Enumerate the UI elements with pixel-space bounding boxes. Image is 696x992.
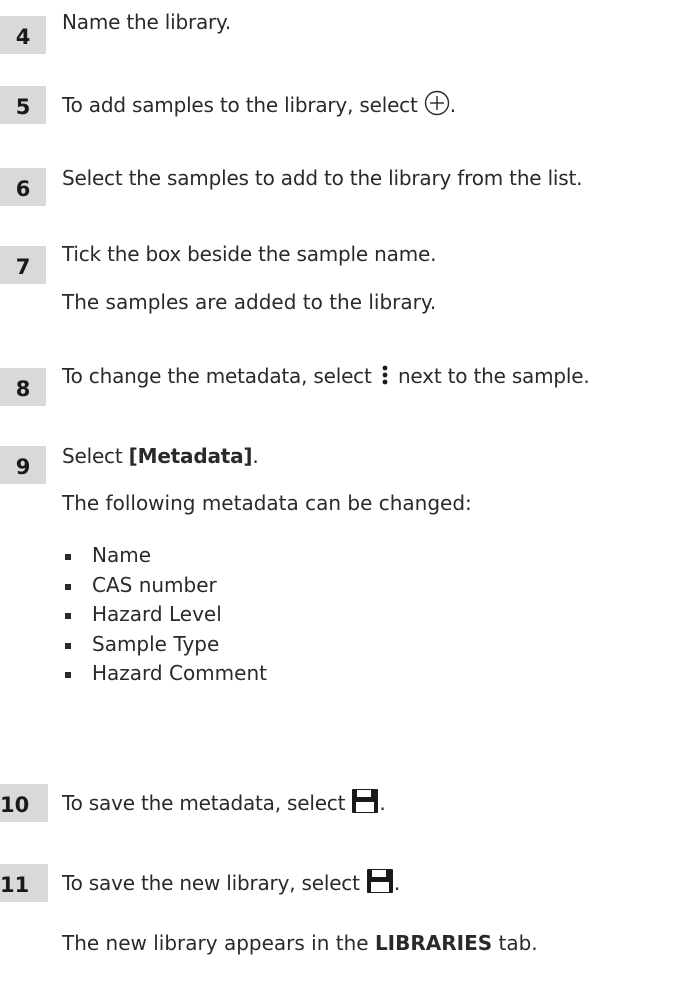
step-text-after: . <box>379 791 386 815</box>
step-number: 5 <box>0 86 46 124</box>
step-text-after: . <box>393 871 401 895</box>
step-text: To add samples to the library, select . <box>62 90 456 123</box>
step-text: Select [Metadata]. <box>62 442 259 470</box>
step-text: Select the samples to add to the library… <box>62 166 583 190</box>
list-item: CAS number <box>62 571 267 601</box>
step-text-before: To save the metadata, select <box>62 791 352 815</box>
ui-label-metadata: [Metadata] <box>128 444 253 468</box>
list-item: Hazard Comment <box>62 659 267 689</box>
step-result-before: The new library appears in the <box>62 931 375 955</box>
step-number: 4 <box>0 16 46 54</box>
list-item: Hazard Level <box>62 600 267 630</box>
step-result: The samples are added to the library. <box>62 290 437 314</box>
list-item: Sample Type <box>62 630 267 660</box>
step-number: 10 <box>0 784 48 822</box>
more-vertical-icon <box>378 363 392 394</box>
step-text-before: To add samples to the library, select <box>62 93 424 117</box>
plus-circle-icon <box>424 90 450 123</box>
save-icon <box>366 868 394 901</box>
step-text-before: To change the metadata, select <box>62 364 378 388</box>
step-text-after: . <box>449 93 456 117</box>
step-result-after: tab. <box>492 931 538 955</box>
step-number: 11 <box>0 864 48 902</box>
step-text-before: Select <box>62 444 129 468</box>
save-icon <box>351 788 379 821</box>
step-number: 6 <box>0 168 46 206</box>
step-text: Tick the box beside the sample name. <box>62 242 437 266</box>
step-number: 7 <box>0 246 46 284</box>
step-result: The new library appears in the LIBRARIES… <box>62 929 538 957</box>
ui-label-libraries: LIBRARIES <box>374 931 493 955</box>
step-text: To save the new library, select . <box>62 868 400 901</box>
metadata-list: Name CAS number Hazard Level Sample Type… <box>62 541 267 689</box>
step-text: To save the metadata, select . <box>62 788 386 821</box>
step-text-after: next to the sample. <box>391 364 590 388</box>
step-result: The following metadata can be changed: <box>62 491 472 515</box>
step-text-after: . <box>252 444 259 468</box>
list-item: Name <box>62 541 267 571</box>
step-number: 9 <box>0 446 46 484</box>
step-text: To change the metadata, select next to t… <box>62 362 590 394</box>
step-text-before: To save the new library, select <box>62 871 366 895</box>
step-number: 8 <box>0 368 46 406</box>
step-text: Name the library. <box>62 10 231 34</box>
